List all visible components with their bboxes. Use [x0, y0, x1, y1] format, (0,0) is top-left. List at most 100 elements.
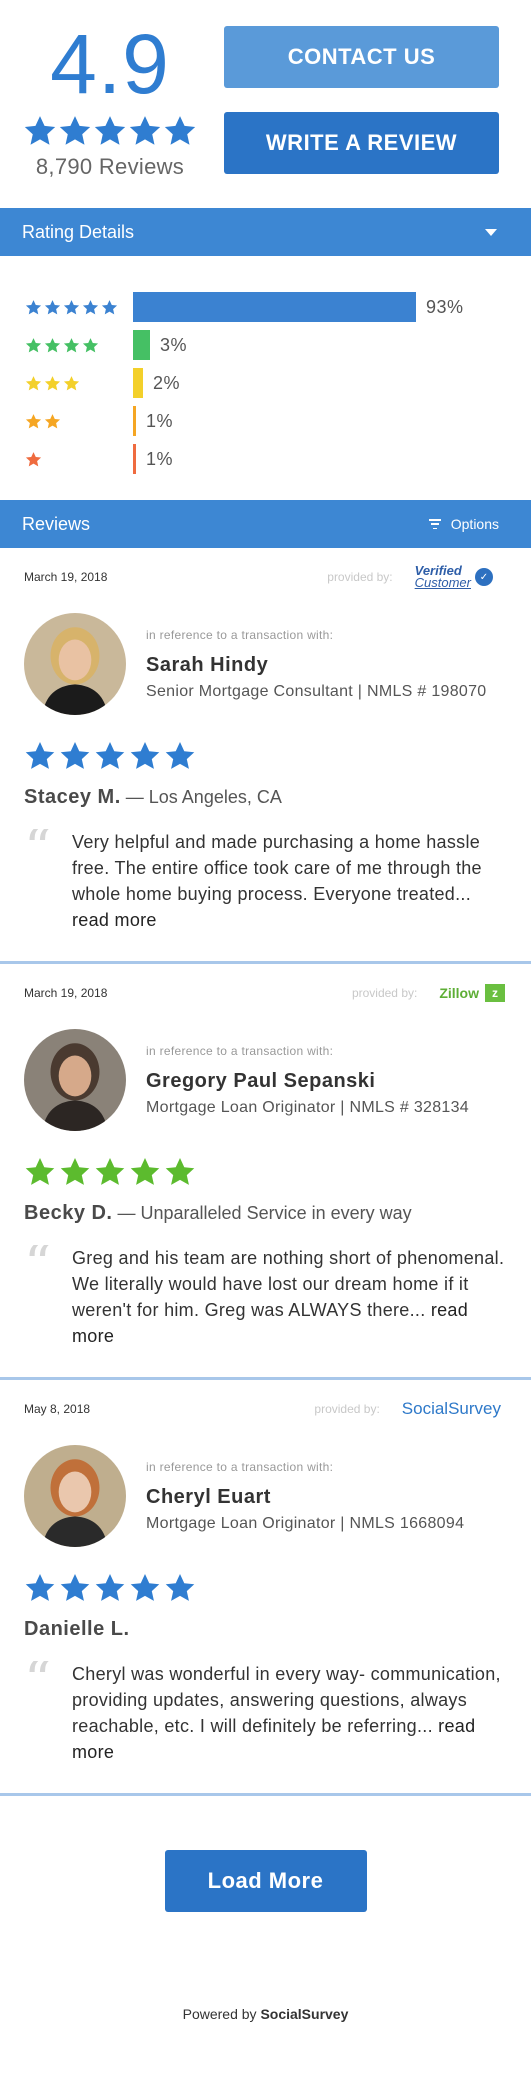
review-card: May 8, 2018 provided by: SocialSurvey in re…: [0, 1380, 531, 1796]
star-icon: [94, 116, 126, 145]
review-stars: [24, 1156, 507, 1188]
quote-icon: “: [24, 1661, 72, 1691]
quote-icon: “: [24, 1245, 72, 1275]
review-body: “Very helpful and made purchasing a home…: [24, 829, 507, 961]
star-icon: [130, 1574, 160, 1601]
star-icon: [25, 375, 42, 390]
star-icon: [130, 1158, 160, 1185]
star-icon: [63, 299, 80, 314]
powered-brand[interactable]: SocialSurvey: [260, 2006, 348, 2022]
rating-row-1-stars[interactable]: 1%: [0, 440, 531, 478]
agent-title: Mortgage Loan Originator | NMLS # 328134: [146, 1098, 470, 1116]
review-text-block: Very helpful and made purchasing a home …: [72, 829, 507, 933]
reviewer: Becky D. — Unparalleled Service in every…: [24, 1202, 507, 1225]
star-icon: [25, 1574, 55, 1601]
read-more-link[interactable]: read more: [72, 910, 157, 930]
provided-by-label: provided by:: [351, 986, 418, 1000]
review-date: March 19, 2018: [24, 986, 108, 1000]
review-date: March 19, 2018: [24, 570, 108, 584]
rating-bar: [133, 330, 150, 360]
reviewer-note: — Los Angeles, CA: [120, 787, 282, 807]
review-body: “Cheryl was wonderful in every way- comm…: [24, 1661, 507, 1793]
review-text-block: Greg and his team are nothing short of p…: [72, 1245, 507, 1349]
review-date: May 8, 2018: [24, 1402, 91, 1416]
star-icon: [60, 1158, 90, 1185]
verified-customer-logo[interactable]: Verified Customer ✓: [414, 564, 493, 590]
quote-icon: “: [24, 829, 72, 859]
load-more-area: Load More: [0, 1796, 531, 1946]
review-card: March 19, 2018 provided by: Zillow z in refe…: [0, 964, 531, 1380]
star-icon: [82, 337, 99, 352]
star-icon: [165, 1574, 195, 1601]
rating-bar: [133, 292, 416, 322]
powered-by: Powered by SocialSurvey: [0, 1946, 531, 2058]
review-text: Very helpful and made purchasing a home …: [72, 832, 482, 904]
rating-row-stars: [0, 299, 133, 316]
agent-details: in reference to a transaction with: Grego…: [146, 1044, 469, 1117]
zillow-icon: z: [485, 984, 505, 1002]
star-icon: [82, 299, 99, 314]
star-icon: [25, 1158, 55, 1185]
rating-row-5-stars[interactable]: 93%: [0, 288, 531, 326]
average-score: 4.9: [50, 17, 170, 111]
transaction-reference: in reference to a transaction with:: [146, 1043, 334, 1058]
review-meta: May 8, 2018 provided by: SocialSurvey: [24, 1380, 507, 1438]
agent-name[interactable]: Cheryl Euart: [146, 1486, 464, 1509]
rating-summary: 4.9 8,790 Reviews CONTACT US WRITE A REV…: [0, 0, 531, 208]
agent-title: Mortgage Loan Originator | NMLS 1668094: [146, 1514, 465, 1532]
star-icon: [101, 299, 118, 314]
rating-row-3-stars[interactable]: 2%: [0, 364, 531, 402]
avatar: [24, 1445, 126, 1547]
load-more-button[interactable]: Load More: [164, 1850, 367, 1912]
rating-row-stars: [0, 375, 133, 392]
agent-name[interactable]: Sarah Hindy: [146, 654, 487, 677]
agent-info: in reference to a transaction with: Grego…: [24, 1022, 507, 1138]
powered-prefix: Powered by: [182, 2006, 261, 2022]
reviewer-note: — Unparalleled Service in every way: [112, 1203, 412, 1223]
rating-bar: [133, 444, 136, 474]
verified-customer-text: Verified Customer: [414, 564, 471, 590]
star-icon: [60, 1574, 90, 1601]
rating-details-header[interactable]: Rating Details: [0, 208, 531, 256]
review-stars: [24, 740, 507, 772]
star-icon: [25, 742, 55, 769]
agent-details: in reference to a transaction with: Chery…: [146, 1460, 464, 1533]
agent-name[interactable]: Gregory Paul Sepanski: [146, 1070, 469, 1093]
write-review-button[interactable]: WRITE A REVIEW: [224, 112, 499, 174]
zillow-logo[interactable]: Zillow z: [439, 984, 505, 1002]
socialsurvey-logo[interactable]: SocialSurvey: [402, 1399, 501, 1419]
options-button[interactable]: Options: [428, 516, 499, 532]
customer-line: Customer: [414, 575, 471, 590]
rating-bar: [133, 406, 136, 436]
review-count: 8,790 Reviews: [35, 154, 185, 179]
star-icon: [25, 413, 42, 428]
reviews-header: Reviews Options: [0, 500, 531, 548]
transaction-reference: in reference to a transaction with:: [146, 1459, 334, 1474]
review-body: “Greg and his team are nothing short of …: [24, 1245, 507, 1377]
agent-info: in reference to a transaction with: Sarah…: [24, 606, 507, 722]
star-icon: [44, 337, 61, 352]
star-icon: [95, 1574, 125, 1601]
star-icon: [44, 413, 61, 428]
review-stars: [24, 1572, 507, 1604]
star-icon: [130, 742, 160, 769]
provided-by-label: provided by:: [327, 570, 393, 584]
agent-details: in reference to a transaction with: Sarah…: [146, 628, 487, 701]
contact-us-button[interactable]: CONTACT US: [224, 26, 499, 88]
star-icon: [164, 116, 196, 145]
avatar: [24, 1029, 126, 1131]
reviewer-name: Stacey M.: [24, 786, 121, 808]
verified-badge-icon: ✓: [475, 568, 493, 586]
rating-row-4-stars[interactable]: 3%: [0, 326, 531, 364]
star-icon: [95, 1158, 125, 1185]
rating-bar: [133, 368, 143, 398]
provided-by-label: provided by:: [314, 1402, 380, 1416]
star-icon: [24, 116, 56, 145]
rating-row-2-stars[interactable]: 1%: [0, 402, 531, 440]
chevron-down-icon[interactable]: [485, 228, 497, 236]
review-meta: March 19, 2018 provided by: Verified Custom…: [24, 548, 507, 606]
star-icon: [63, 375, 80, 390]
rating-breakdown: 93% 3% 2% 1% 1%: [0, 256, 531, 500]
average-stars: [20, 114, 200, 148]
filter-icon: [428, 519, 441, 529]
